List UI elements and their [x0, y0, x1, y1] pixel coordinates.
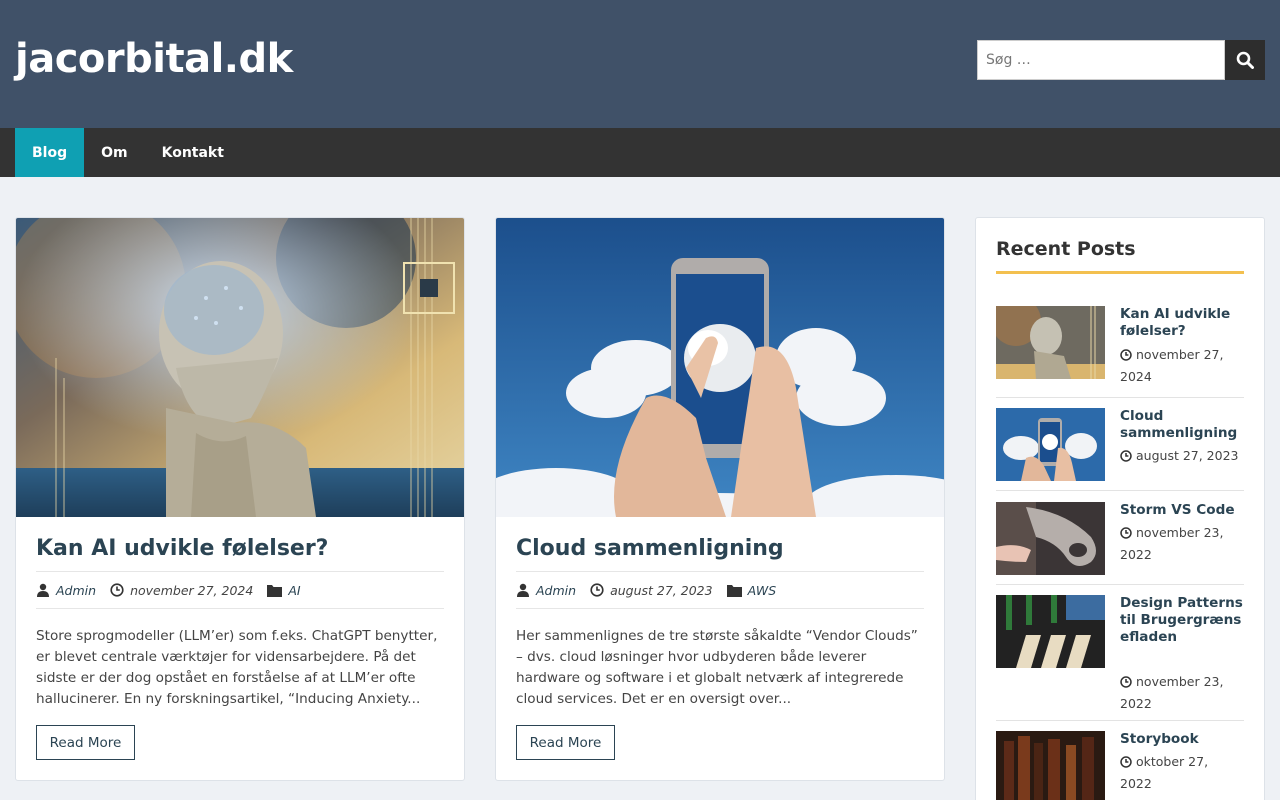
clock-icon: [590, 583, 604, 597]
recent-post-date-text: november 23, 2022: [1120, 674, 1224, 711]
recent-post-item: Design Patterns til Brugergrænsefladen n…: [996, 595, 1244, 715]
clock-icon: [1120, 527, 1132, 539]
post-author[interactable]: Admin: [56, 583, 96, 598]
read-more-button[interactable]: Read More: [516, 725, 615, 760]
search-button[interactable]: [1225, 40, 1265, 80]
post-category[interactable]: AWS: [748, 583, 777, 598]
recent-post-item: Storybook oktober 27, 2022: [996, 731, 1244, 800]
post-image-ai[interactable]: [16, 218, 464, 517]
recent-post-title[interactable]: Storm VS Code: [1120, 502, 1246, 519]
main-navigation: Blog Om Kontakt: [0, 128, 1280, 177]
post-title[interactable]: Kan AI udvikle følelser?: [36, 536, 328, 561]
recent-post-item: Cloud sammenligning august 27, 2023: [996, 408, 1244, 481]
recent-post-thumbnail[interactable]: [996, 502, 1105, 575]
post-image-cloud[interactable]: [496, 218, 944, 517]
post-category[interactable]: AI: [288, 583, 300, 598]
search-form: [977, 40, 1265, 80]
widget-title: Recent Posts: [996, 238, 1136, 260]
clock-icon: [1120, 756, 1132, 768]
recent-post-thumbnail[interactable]: [996, 306, 1105, 379]
post-excerpt: Her sammenlignes de tre største såkaldte…: [516, 628, 918, 707]
post-card: Kan AI udvikle følelser? Admin november …: [15, 217, 465, 781]
recent-posts-widget: Recent Posts Kan AI udvikle følelser? no…: [975, 217, 1265, 800]
post-excerpt: Store sprogmodeller (LLM’er) som f.eks. …: [36, 628, 438, 707]
recent-post-date-text: august 27, 2023: [1136, 448, 1239, 463]
nav-item-blog[interactable]: Blog: [15, 128, 85, 177]
post-title[interactable]: Cloud sammenligning: [516, 536, 784, 561]
recent-post-thumbnail[interactable]: [996, 408, 1105, 481]
folder-icon: [726, 584, 742, 597]
site-title[interactable]: jacorbital.dk: [15, 36, 293, 82]
recent-post-item: Kan AI udvikle følelser? november 27, 20…: [996, 306, 1244, 396]
clock-icon: [1120, 349, 1132, 361]
user-icon: [517, 583, 529, 597]
clock-icon: [1120, 450, 1132, 462]
recent-post-title[interactable]: Design Patterns til Brugergrænsefladen: [1120, 595, 1248, 646]
divider: [516, 571, 924, 572]
recent-post-item: Storm VS Code november 23, 2022: [996, 502, 1244, 575]
post-date: august 27, 2023: [610, 582, 713, 598]
search-icon: [1236, 51, 1254, 69]
read-more-button[interactable]: Read More: [36, 725, 135, 760]
recent-post-date-text: november 23, 2022: [1120, 525, 1224, 562]
post-card: Cloud sammenligning Admin august 27, 202…: [495, 217, 945, 781]
recent-post-title[interactable]: Cloud sammenligning: [1120, 408, 1246, 442]
widget-title-underline: [996, 271, 1244, 274]
site-header: jacorbital.dk: [0, 0, 1280, 128]
divider: [996, 397, 1244, 398]
recent-post-title[interactable]: Storybook: [1120, 731, 1246, 748]
post-meta: Admin november 27, 2024 AI: [36, 580, 315, 600]
recent-post-date: oktober 27, 2022: [1120, 751, 1240, 795]
recent-post-date: november 23, 2022: [1120, 522, 1240, 566]
nav-item-kontakt[interactable]: Kontakt: [145, 128, 241, 177]
recent-post-date-text: november 27, 2024: [1120, 347, 1224, 384]
recent-post-date: november 27, 2024: [1120, 344, 1240, 388]
post-date: november 27, 2024: [130, 582, 254, 598]
divider: [996, 720, 1244, 721]
clock-icon: [1120, 676, 1132, 688]
clock-icon: [110, 583, 124, 597]
recent-post-title[interactable]: Kan AI udvikle følelser?: [1120, 306, 1246, 340]
post-author[interactable]: Admin: [536, 583, 576, 598]
recent-post-thumbnail[interactable]: [996, 595, 1105, 668]
recent-post-thumbnail[interactable]: [996, 731, 1105, 800]
recent-post-date: november 23, 2022: [1120, 671, 1240, 715]
divider: [36, 571, 444, 572]
divider: [36, 608, 444, 609]
divider: [996, 584, 1244, 585]
search-input[interactable]: [977, 40, 1225, 80]
folder-icon: [267, 584, 283, 597]
post-meta: Admin august 27, 2023 AWS: [516, 580, 790, 600]
divider: [996, 490, 1244, 491]
user-icon: [37, 583, 49, 597]
recent-post-date-text: oktober 27, 2022: [1120, 754, 1209, 791]
divider: [516, 608, 924, 609]
recent-post-date: august 27, 2023: [1120, 445, 1240, 467]
nav-item-om[interactable]: Om: [84, 128, 145, 177]
